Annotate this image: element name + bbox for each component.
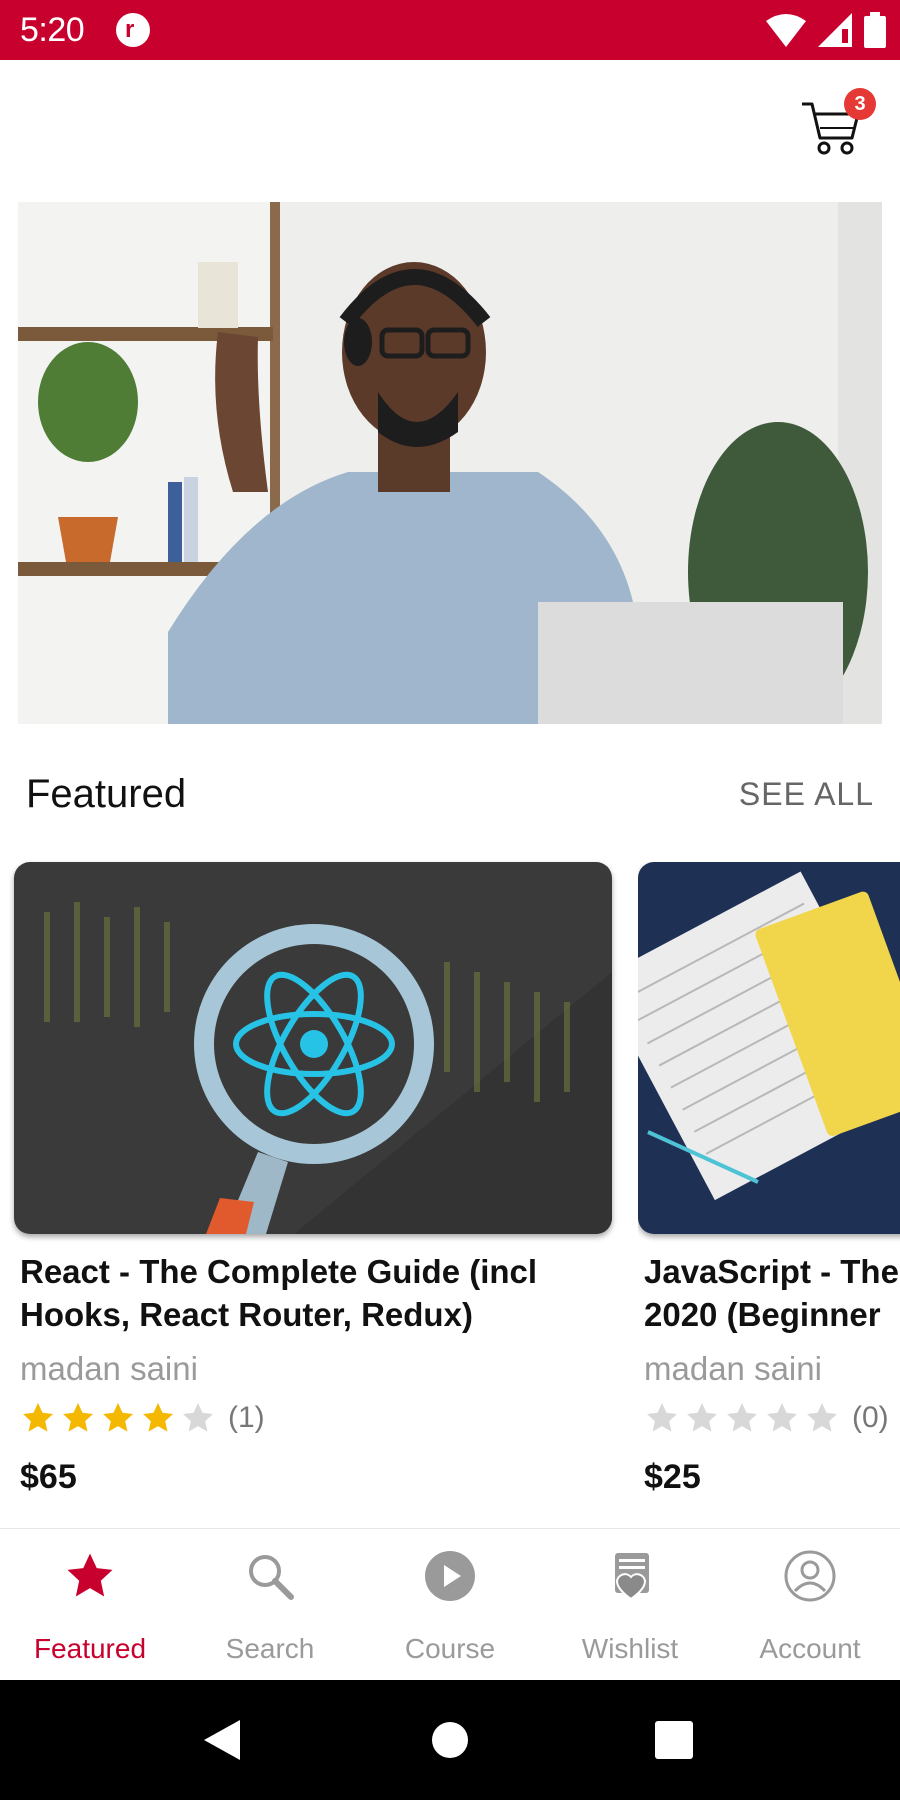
- star-filled-icon: [143, 1403, 173, 1432]
- course-title: JavaScript - The 2020 (Beginner: [638, 1250, 900, 1336]
- status-bar: 5:20 r: [0, 0, 900, 60]
- star-empty-icon: [727, 1403, 757, 1432]
- app-bar: [0, 60, 900, 200]
- cellular-signal-icon: [818, 13, 852, 47]
- star-empty-icon: [687, 1403, 717, 1432]
- nav-label: Search: [225, 1633, 315, 1664]
- hero-image: [18, 202, 882, 724]
- course-price: $65: [20, 1458, 77, 1496]
- account-icon: [784, 1550, 836, 1602]
- course-title-line: React - The Complete Guide (incl: [20, 1253, 538, 1290]
- search-icon: [249, 1555, 294, 1600]
- course-title-line: JavaScript - The: [644, 1253, 899, 1290]
- star-empty-icon: [807, 1403, 837, 1432]
- hero-banner[interactable]: [18, 202, 882, 724]
- course-author: madan saini: [644, 1350, 822, 1387]
- star-filled-icon: [63, 1403, 93, 1432]
- section-title: Featured: [26, 772, 187, 816]
- course-title-line: Hooks, React Router, Redux): [20, 1296, 473, 1333]
- status-icons: [766, 12, 886, 48]
- wishlist-icon: [615, 1553, 649, 1601]
- course-card[interactable]: JavaScript - The 2020 (Beginner madan sa…: [638, 862, 900, 1497]
- course-title-line: 2020 (Beginner: [644, 1296, 881, 1333]
- battery-icon: [864, 12, 886, 48]
- bottom-navigation: Featured Search Course Wishlist Account: [0, 1528, 900, 1680]
- nav-label: Account: [759, 1633, 861, 1664]
- nav-label: Course: [404, 1633, 496, 1664]
- react-magnifier-icon: [14, 862, 612, 1234]
- nav-tab-wishlist[interactable]: Wishlist: [540, 1529, 720, 1681]
- notebook-thumbnail-icon: [638, 862, 900, 1234]
- course-author: madan saini: [20, 1350, 198, 1387]
- play-circle-icon: [425, 1551, 475, 1601]
- star-filled-icon: [103, 1403, 133, 1432]
- back-icon[interactable]: [204, 1720, 242, 1760]
- home-icon[interactable]: [431, 1721, 469, 1759]
- nav-label: Wishlist: [581, 1633, 679, 1664]
- star-icon: [67, 1553, 113, 1597]
- course-title: React - The Complete Guide (incl Hooks, …: [14, 1250, 612, 1336]
- course-thumbnail: [638, 862, 900, 1234]
- nav-tab-search[interactable]: Search: [180, 1529, 360, 1681]
- featured-section-header: Featured SEE ALL: [0, 760, 900, 830]
- status-time: 5:20: [20, 11, 85, 49]
- rating-count: (0): [852, 1401, 889, 1434]
- nav-tab-featured[interactable]: Featured: [0, 1529, 180, 1681]
- star-empty-icon: [647, 1403, 677, 1432]
- wifi-icon: [766, 14, 806, 47]
- star-empty-icon: [767, 1403, 797, 1432]
- nav-label: Featured: [33, 1633, 147, 1664]
- nav-tab-account[interactable]: Account: [720, 1529, 900, 1681]
- recents-icon[interactable]: [655, 1721, 693, 1759]
- app-notification-icon: r: [116, 13, 150, 47]
- see-all-button[interactable]: SEE ALL: [739, 776, 874, 813]
- cart-badge: 3: [844, 88, 876, 120]
- system-navigation-bar: [0, 1680, 900, 1800]
- course-thumbnail: [14, 862, 612, 1234]
- course-card[interactable]: React - The Complete Guide (incl Hooks, …: [14, 862, 612, 1497]
- nav-tab-course[interactable]: Course: [360, 1529, 540, 1681]
- rating-count: (1): [228, 1401, 265, 1434]
- rating-stars: (1): [14, 1400, 612, 1436]
- star-filled-icon: [23, 1403, 53, 1432]
- course-price: $25: [644, 1458, 701, 1496]
- star-empty-icon: [183, 1403, 213, 1432]
- rating-stars: (0): [638, 1400, 900, 1436]
